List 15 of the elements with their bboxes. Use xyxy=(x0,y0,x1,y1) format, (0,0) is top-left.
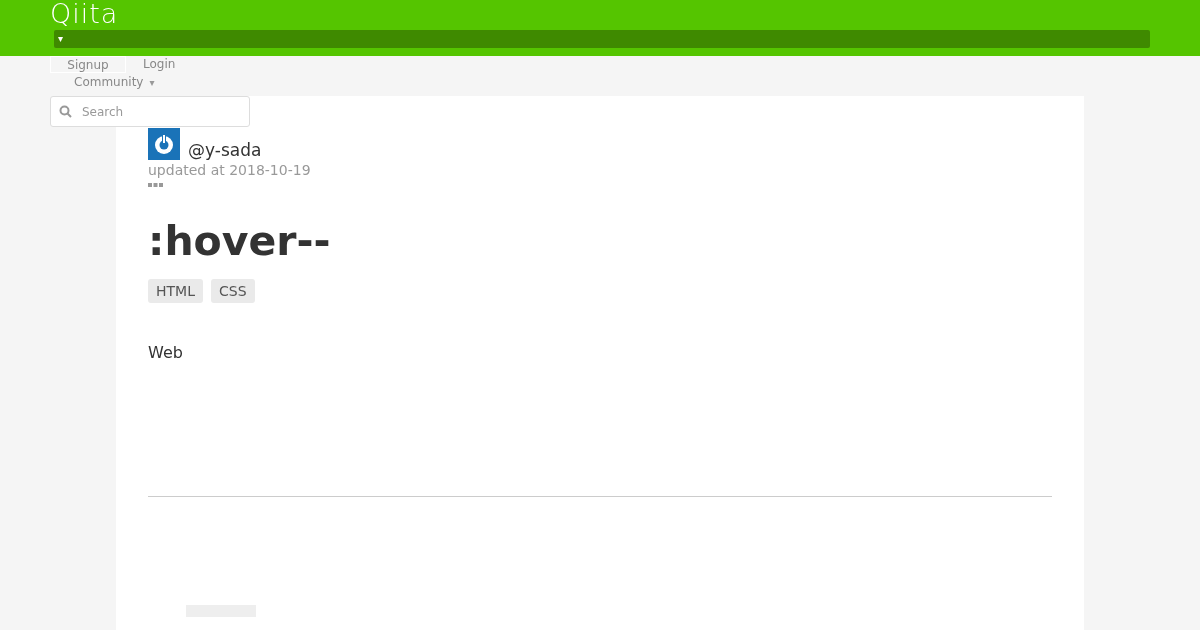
search-icon xyxy=(59,105,72,118)
search-field[interactable]: Search xyxy=(50,96,250,127)
signup-button[interactable]: Signup xyxy=(50,56,126,73)
logo[interactable]: Qiita xyxy=(50,0,119,28)
author-name[interactable]: @y-sada xyxy=(188,140,262,160)
tag[interactable]: CSS xyxy=(210,279,255,303)
community-menu[interactable]: Community ▾ xyxy=(74,75,155,89)
menu-bar[interactable]: ▾ xyxy=(54,30,1150,48)
avatar-icon[interactable] xyxy=(148,128,180,160)
article-title: :hover-- xyxy=(148,217,332,265)
tag[interactable]: HTML xyxy=(148,279,203,303)
article-body: Web xyxy=(148,343,184,362)
more-icon[interactable] xyxy=(148,182,163,187)
login-link[interactable]: Login xyxy=(143,57,176,71)
updated-date: updated at 2018-10-19 xyxy=(148,162,312,178)
